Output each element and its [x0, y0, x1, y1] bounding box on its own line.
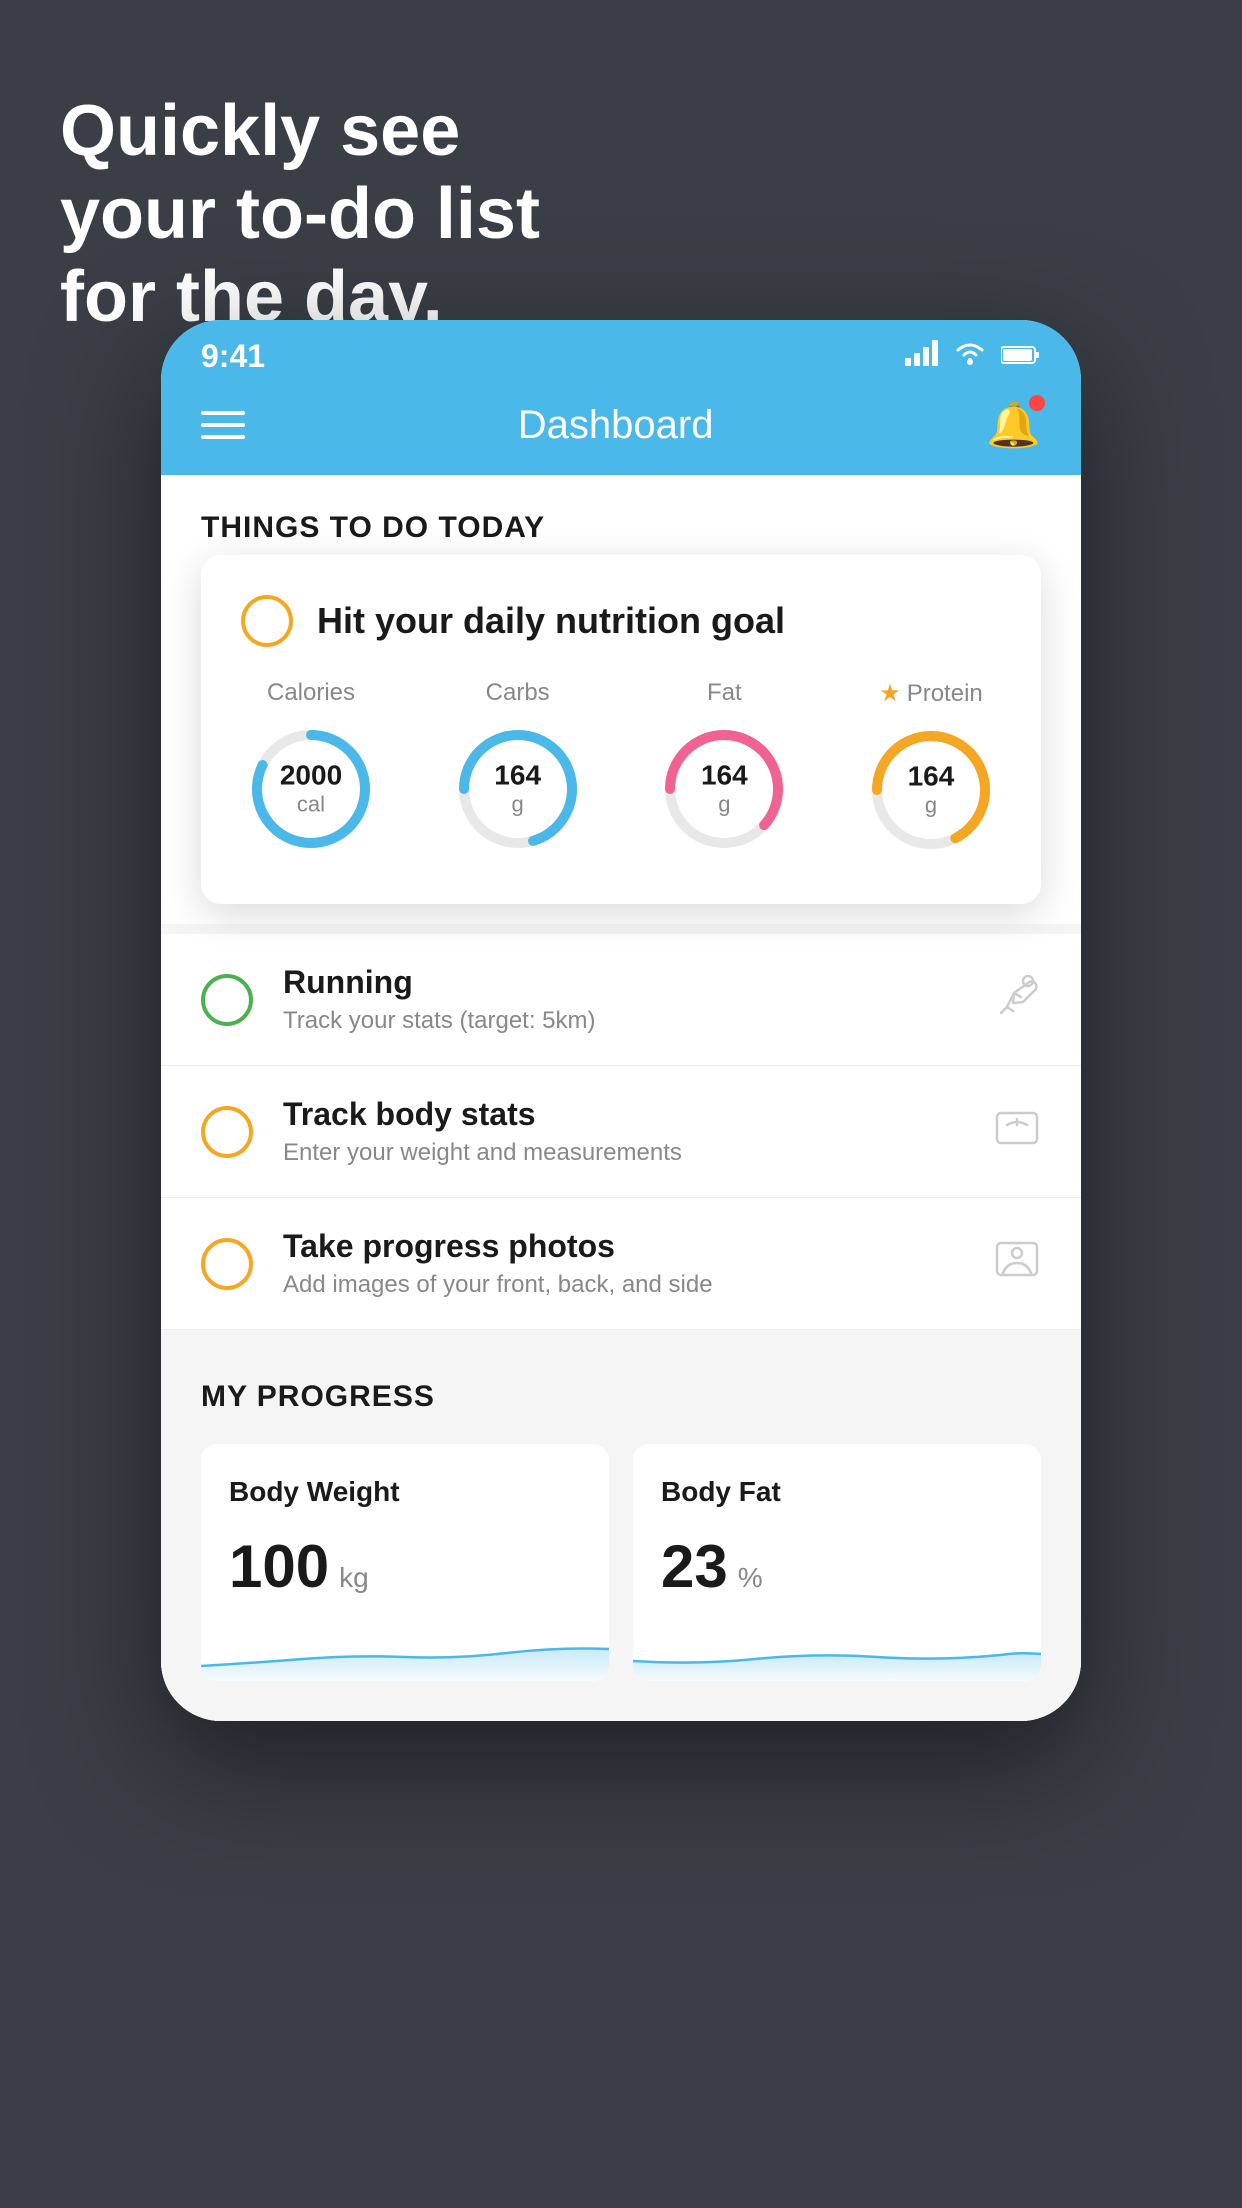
body-weight-title: Body Weight [229, 1476, 581, 1508]
calories-unit: cal [280, 791, 342, 817]
todo-progress-photos[interactable]: Take progress photos Add images of your … [161, 1198, 1081, 1330]
progress-photos-checkbox[interactable] [201, 1238, 253, 1290]
notification-bell[interactable]: 🔔 [986, 399, 1041, 451]
fat-value: 164 [701, 761, 748, 792]
status-bar: 9:41 [161, 320, 1081, 383]
nutrition-card-title: Hit your daily nutrition goal [317, 600, 785, 642]
body-stats-checkbox[interactable] [201, 1106, 253, 1158]
headline-line1: Quickly see [60, 90, 540, 173]
body-stats-title: Track body stats [283, 1096, 963, 1133]
progress-grid: Body Weight 100 kg [201, 1444, 1041, 1681]
running-title: Running [283, 964, 963, 1001]
body-weight-chart [201, 1621, 609, 1681]
nutrition-card: Hit your daily nutrition goal Calories [201, 555, 1041, 904]
things-section-title: THINGS TO DO TODAY [201, 511, 1041, 545]
body-stats-subtitle: Enter your weight and measurements [283, 1139, 963, 1167]
protein-label-text: Protein [907, 680, 983, 708]
status-icons [905, 340, 1041, 373]
person-photo-icon [993, 1237, 1041, 1291]
notification-dot [1029, 395, 1045, 411]
nutrition-grid: Calories 2000 cal [241, 679, 1001, 860]
protein-value: 164 [908, 762, 955, 793]
calories-ring: 2000 cal [241, 719, 381, 859]
body-weight-unit: kg [339, 1562, 369, 1594]
body-fat-value-row: 23 % [661, 1532, 1013, 1601]
carbs-label: Carbs [486, 679, 550, 707]
todo-running[interactable]: Running Track your stats (target: 5km) [161, 934, 1081, 1066]
running-subtitle: Track your stats (target: 5km) [283, 1007, 963, 1035]
body-weight-card: Body Weight 100 kg [201, 1444, 609, 1681]
body-weight-value-row: 100 kg [229, 1532, 581, 1601]
fat-item: Fat 164 g [654, 679, 794, 859]
progress-section-title: MY PROGRESS [201, 1380, 1041, 1414]
running-icon [993, 975, 1041, 1025]
protein-label: ★ Protein [879, 679, 983, 708]
wifi-icon [953, 340, 987, 373]
nav-title: Dashboard [518, 403, 714, 448]
hamburger-line-1 [201, 411, 245, 415]
nutrition-checkbox[interactable] [241, 595, 293, 647]
calories-value: 2000 [280, 761, 342, 792]
body-stats-text: Track body stats Enter your weight and m… [283, 1096, 963, 1167]
battery-icon [1001, 341, 1041, 373]
progress-photos-subtitle: Add images of your front, back, and side [283, 1271, 963, 1299]
fat-unit: g [701, 791, 748, 817]
calories-item: Calories 2000 cal [241, 679, 381, 859]
signal-icon [905, 340, 939, 373]
body-fat-card: Body Fat 23 % [633, 1444, 1041, 1681]
body-fat-value: 23 [661, 1532, 728, 1601]
hamburger-menu[interactable] [201, 411, 245, 439]
running-text: Running Track your stats (target: 5km) [283, 964, 963, 1035]
nutrition-card-header: Hit your daily nutrition goal [241, 595, 1001, 647]
todo-list: Running Track your stats (target: 5km) [161, 934, 1081, 1330]
body-fat-chart [633, 1621, 1041, 1681]
running-checkbox[interactable] [201, 974, 253, 1026]
calories-label: Calories [267, 679, 355, 707]
body-weight-value: 100 [229, 1532, 329, 1601]
progress-section: MY PROGRESS Body Weight 100 kg [161, 1330, 1081, 1721]
carbs-value: 164 [494, 761, 541, 792]
nav-bar: Dashboard 🔔 [161, 383, 1081, 475]
carbs-unit: g [494, 791, 541, 817]
headline-line2: your to-do list [60, 173, 540, 256]
fat-ring: 164 g [654, 719, 794, 859]
status-time: 9:41 [201, 338, 265, 375]
headline: Quickly see your to-do list for the day. [60, 90, 540, 338]
carbs-ring: 164 g [448, 719, 588, 859]
phone-mockup: 9:41 [161, 320, 1081, 1721]
body-fat-title: Body Fat [661, 1476, 1013, 1508]
progress-photos-title: Take progress photos [283, 1228, 963, 1265]
protein-ring: 164 g [861, 720, 1001, 860]
things-section-header: THINGS TO DO TODAY [161, 475, 1081, 565]
star-icon: ★ [879, 679, 901, 708]
scale-icon [993, 1105, 1041, 1159]
fat-label: Fat [707, 679, 742, 707]
protein-item: ★ Protein 164 g [861, 679, 1001, 860]
body-fat-unit: % [738, 1562, 763, 1594]
hamburger-line-2 [201, 423, 245, 427]
content-area: THINGS TO DO TODAY Hit your daily nutrit… [161, 475, 1081, 1721]
hamburger-line-3 [201, 435, 245, 439]
todo-body-stats[interactable]: Track body stats Enter your weight and m… [161, 1066, 1081, 1198]
protein-unit: g [908, 792, 955, 818]
progress-photos-text: Take progress photos Add images of your … [283, 1228, 963, 1299]
carbs-item: Carbs 164 g [448, 679, 588, 859]
